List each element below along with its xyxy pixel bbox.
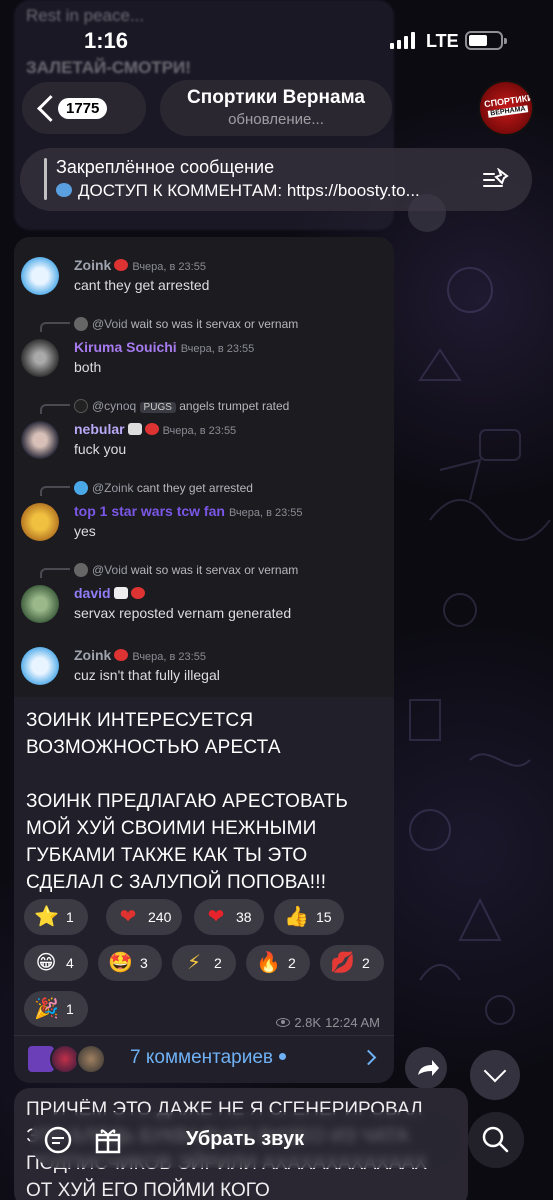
reply-connector xyxy=(40,404,70,414)
scroll-down-button[interactable] xyxy=(470,1050,520,1100)
discord-text: both xyxy=(74,359,102,375)
mute-button[interactable]: Убрать звук xyxy=(30,1128,460,1151)
lightning-icon: ⚡ xyxy=(186,952,202,974)
reaction-party[interactable]: 🎉 1 xyxy=(24,991,88,1027)
share-button-previous[interactable] xyxy=(408,194,446,232)
search-button[interactable] xyxy=(468,1112,524,1168)
badge-icon xyxy=(130,587,145,599)
discord-reply: @Void wait so was it servax or vernam xyxy=(74,317,298,331)
reaction-red-heart[interactable]: ❤ 38 xyxy=(194,899,264,935)
badge-icon xyxy=(114,649,129,661)
thumbs-up-icon: 👍 xyxy=(284,906,309,928)
red-heart-icon: ❤ xyxy=(207,906,225,928)
discord-text: servax reposted vernam generated xyxy=(74,605,292,621)
comments-button[interactable]: 7 комментариев xyxy=(14,1035,394,1083)
discord-username: david xyxy=(74,585,145,601)
comments-label: 7 комментариев xyxy=(130,1047,287,1069)
star-struck-icon: 🤩 xyxy=(108,952,133,974)
discord-reply: @Void wait so was it servax or vernam xyxy=(74,563,298,577)
discord-text: fuck you xyxy=(74,441,127,457)
status-time: 1:16 xyxy=(84,28,129,53)
reaction-star-struck[interactable]: 🤩 3 xyxy=(98,945,162,981)
pinned-message-bar[interactable]: Закреплённое сообщение ДОСТУП К КОММЕНТА… xyxy=(20,148,532,211)
discord-text: yes xyxy=(74,523,96,539)
chevron-left-icon xyxy=(36,94,54,122)
discord-username: Zoink Вчера, в 23:55 xyxy=(74,257,206,273)
pinned-label: Закреплённое сообщение xyxy=(56,157,275,177)
snowflake-emoji-icon xyxy=(56,183,72,197)
bottom-action-bar: Убрать звук xyxy=(30,1112,460,1168)
discord-avatar xyxy=(21,339,59,377)
discord-avatar xyxy=(21,647,59,685)
view-count: 2.8K xyxy=(294,1015,322,1030)
network-label: LTE xyxy=(426,31,459,51)
reaction-heart-on-fire[interactable]: ❤ 240 xyxy=(106,899,182,935)
caption-paragraph-2: ЗОИНК ПРЕДЛАГАЮ АРЕСТОВАТЬ МОЙ ХУЙ СВОИМ… xyxy=(26,791,349,893)
discord-avatar xyxy=(21,585,59,623)
discord-reply: @cynoq PUGS angels trumpet rated xyxy=(74,399,289,413)
pinned-indicator xyxy=(44,158,47,200)
discord-username: Zoink Вчера, в 23:55 xyxy=(74,647,206,663)
discord-reply: @Zoink cant they get arrested xyxy=(74,481,253,495)
unread-dot xyxy=(279,1053,287,1060)
caption-paragraph-1: ЗОИНК ИНТЕРЕСУЕТСЯ ВОЗМОЖНОСТЬЮ АРЕСТА xyxy=(26,710,281,758)
unread-count-badge: 1775 xyxy=(58,97,108,119)
post-time: 12:24 AM xyxy=(325,1015,380,1030)
star-icon: ⭐ xyxy=(34,906,59,928)
kiss-mark-icon: 💋 xyxy=(330,952,355,974)
search-icon xyxy=(482,1126,509,1153)
chevron-right-icon xyxy=(360,1049,377,1066)
back-button[interactable]: 1775 xyxy=(22,82,146,134)
commenter-avatar xyxy=(76,1044,106,1074)
discord-avatar xyxy=(21,257,59,295)
channel-post-bubble: Zoink Вчера, в 23:55 cant they get arrest… xyxy=(14,237,394,1083)
reaction-grinning[interactable]: 😁 4 xyxy=(24,945,88,981)
reaction-lightning[interactable]: ⚡ 2 xyxy=(172,945,236,981)
channel-avatar[interactable]: СПОРТИКИ ВЕРНАМА xyxy=(478,80,534,136)
pin-list-icon[interactable] xyxy=(482,168,510,190)
heart-on-fire-icon: ❤ xyxy=(119,906,137,928)
chat-status: обновление... xyxy=(228,111,324,128)
discord-text: cuz isn't that fully illegal xyxy=(74,667,220,683)
share-arrow-icon xyxy=(418,1060,439,1076)
reaction-thumbs-up[interactable]: 👍 15 xyxy=(274,899,344,935)
discord-username: top 1 star wars tcw fan Вчера, в 23:55 xyxy=(74,503,303,519)
post-meta: 2.8K 12:24 AM xyxy=(276,1015,380,1030)
discord-username: nebular Вчера, в 23:55 xyxy=(74,421,237,437)
badge-icon xyxy=(144,423,159,435)
status-bar: 1:16 LTE xyxy=(0,0,553,80)
discord-avatar xyxy=(21,421,59,459)
chat-title: Спортики Вернама xyxy=(187,87,365,108)
reaction-star[interactable]: ⭐ 1 xyxy=(24,899,88,935)
badge-icon xyxy=(114,259,129,271)
party-popper-icon: 🎉 xyxy=(34,998,59,1020)
share-button[interactable] xyxy=(405,1047,447,1089)
reply-connector xyxy=(40,568,70,578)
fire-icon: 🔥 xyxy=(256,952,281,974)
pinned-text: ДОСТУП К КОММЕНТАМ: https://boosty.to... xyxy=(78,181,420,200)
grinning-face-icon: 😁 xyxy=(35,952,57,974)
reply-connector xyxy=(40,486,70,496)
reaction-fire[interactable]: 🔥 2 xyxy=(246,945,310,981)
rabbit-badge-icon xyxy=(127,423,142,435)
post-caption: ЗОИНК ИНТЕРЕСУЕТСЯ ВОЗМОЖНОСТЬЮ АРЕСТА З… xyxy=(26,707,386,923)
reply-connector xyxy=(40,322,70,332)
eye-icon xyxy=(276,1018,291,1027)
discord-username: Kiruma Souichi Вчера, в 23:55 xyxy=(74,339,255,355)
emoji-badge-icon xyxy=(113,587,128,599)
chat-title-button[interactable]: Спортики Вернама обновление... xyxy=(160,80,392,136)
signal-icon xyxy=(390,32,415,49)
discord-avatar xyxy=(21,503,59,541)
battery-icon xyxy=(465,31,507,50)
reaction-kiss[interactable]: 💋 2 xyxy=(320,945,384,981)
discord-screenshot: Zoink Вчера, в 23:55 cant they get arrest… xyxy=(14,237,394,697)
pinned-text-row: ДОСТУП К КОММЕНТАМ: https://boosty.to... xyxy=(56,181,476,201)
discord-text: cant they get arrested xyxy=(74,277,210,293)
